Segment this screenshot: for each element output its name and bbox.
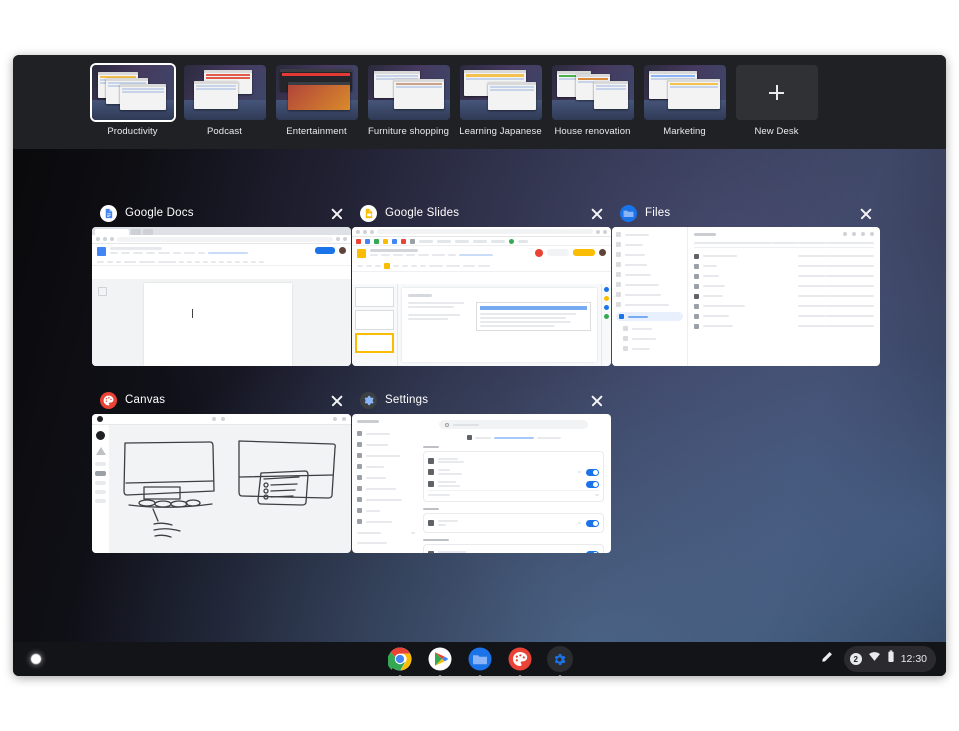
desk-bar: Productivity Podcast Entertainment (13, 55, 946, 149)
plus-icon (769, 85, 784, 100)
active-indicator (518, 675, 521, 676)
battery-icon (887, 650, 895, 668)
desk-mini-window (668, 79, 720, 109)
desk-mini-window (594, 81, 628, 109)
canvas-palette-icon (100, 392, 117, 409)
desk-item-podcast[interactable]: Podcast (184, 65, 266, 137)
window-card-google-slides[interactable]: Google Slides (352, 199, 611, 366)
desk-thumbnail[interactable] (460, 65, 542, 120)
window-card-header: Settings (352, 386, 611, 414)
desk-item-learning-japanese[interactable]: Learning Japanese (460, 65, 542, 137)
wifi-icon (868, 650, 881, 668)
desk-item-furniture-shopping[interactable]: Furniture shopping (368, 65, 450, 137)
shelf: 2 12:30 (13, 642, 946, 676)
active-indicator (398, 675, 401, 676)
desk-thumbnail[interactable] (368, 65, 450, 120)
window-preview-google-slides[interactable] (352, 227, 611, 366)
window-card-header: Google Slides (352, 199, 611, 227)
desk-label: Productivity (107, 126, 157, 137)
window-preview-files[interactable] (612, 227, 880, 366)
notification-badge: 2 (850, 653, 862, 665)
launcher-button[interactable] (25, 648, 47, 670)
desk-mini-window (394, 79, 444, 109)
new-desk-button[interactable]: New Desk (736, 65, 818, 137)
window-title: Google Docs (125, 207, 321, 219)
close-icon[interactable] (589, 205, 605, 221)
close-icon[interactable] (329, 205, 345, 221)
desk-item-house-renovation[interactable]: House renovation (552, 65, 634, 137)
window-preview-google-docs[interactable] (92, 227, 351, 366)
desk-label: Entertainment (286, 126, 346, 137)
desk-thumbnail[interactable] (184, 65, 266, 120)
window-preview-settings[interactable] (352, 414, 611, 553)
desk-label: Marketing (663, 126, 706, 137)
desk-list: Productivity Podcast Entertainment (92, 65, 818, 137)
active-indicator (558, 675, 561, 676)
files-folder-icon (620, 205, 637, 222)
window-card-google-docs[interactable]: Google Docs (92, 199, 351, 366)
active-indicator (478, 675, 481, 676)
desk-thumbnail[interactable] (552, 65, 634, 120)
clock: 12:30 (901, 653, 927, 665)
desk-mini-window (488, 82, 536, 110)
window-card-header: Files (612, 199, 880, 227)
new-desk-tile[interactable] (736, 65, 818, 120)
google-docs-icon (100, 205, 117, 222)
desk-mini-window (120, 84, 166, 110)
status-area: 2 12:30 (820, 646, 936, 672)
settings-gear-icon (360, 392, 377, 409)
google-slides-icon (360, 205, 377, 222)
desk-mini-window (288, 82, 350, 110)
close-icon[interactable] (858, 205, 874, 221)
window-card-settings[interactable]: Settings (352, 386, 611, 553)
desk-mini-window (194, 81, 238, 109)
shelf-app-files[interactable] (467, 646, 493, 672)
window-title: Files (645, 207, 850, 219)
shelf-app-settings[interactable] (547, 646, 573, 672)
shelf-app-canvas[interactable] (507, 646, 533, 672)
status-tray[interactable]: 2 12:30 (844, 646, 936, 672)
desk-item-entertainment[interactable]: Entertainment (276, 65, 358, 137)
close-icon[interactable] (329, 392, 345, 408)
stylus-icon[interactable] (820, 650, 834, 669)
chromebook-screen: Productivity Podcast Entertainment (13, 55, 946, 676)
window-card-files[interactable]: Files (612, 199, 880, 366)
desk-label: House renovation (554, 126, 630, 137)
desk-item-productivity[interactable]: Productivity (92, 65, 174, 137)
shelf-app-play-store[interactable] (427, 646, 453, 672)
window-title: Canvas (125, 394, 321, 406)
overview-grid: Google Docs (13, 149, 946, 642)
active-indicator (438, 675, 441, 676)
new-desk-label: New Desk (754, 126, 798, 137)
desk-label: Podcast (207, 126, 242, 137)
desk-label: Learning Japanese (459, 126, 542, 137)
desk-thumbnail[interactable] (92, 65, 174, 120)
window-card-header: Google Docs (92, 199, 351, 227)
desk-thumbnail[interactable] (644, 65, 726, 120)
canvas-sketch (109, 425, 351, 553)
window-card-header: Canvas (92, 386, 351, 414)
desk-item-marketing[interactable]: Marketing (644, 65, 726, 137)
desk-thumbnail[interactable] (276, 65, 358, 120)
shelf-app-list (387, 646, 573, 672)
window-title: Settings (385, 394, 581, 406)
desk-label: Furniture shopping (368, 126, 449, 137)
window-preview-canvas[interactable] (92, 414, 351, 553)
window-title: Google Slides (385, 207, 581, 219)
close-icon[interactable] (589, 392, 605, 408)
shelf-app-chrome[interactable] (387, 646, 413, 672)
window-card-canvas[interactable]: Canvas (92, 386, 351, 553)
